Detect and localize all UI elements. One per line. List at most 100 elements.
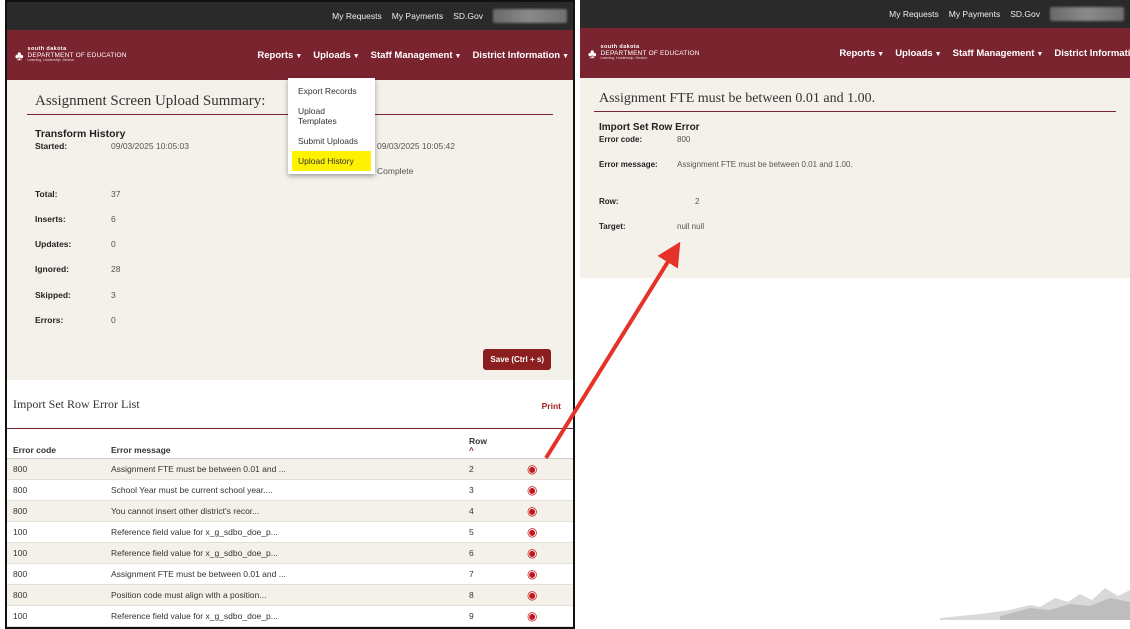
brand-line-3: Learning. Leadership. Service. [27, 58, 76, 63]
stat-label: Total: [35, 189, 58, 199]
state-shape-icon: ♣ [15, 47, 24, 63]
error-code-label: Error code: [599, 135, 643, 144]
cell-error-message: Reference field value for x_g_sdbo_doe_p… [105, 605, 463, 627]
eye-icon[interactable]: ◉ [527, 483, 537, 497]
menu-item-upload-history[interactable]: Upload History [292, 151, 371, 171]
my-requests-link[interactable]: My Requests [332, 11, 382, 21]
sd-doe-logo[interactable]: ♣ south dakota DEPARTMENT OF EDUCATION L… [588, 44, 748, 61]
eye-icon[interactable]: ◉ [527, 588, 537, 602]
eye-icon[interactable]: ◉ [527, 546, 537, 560]
table-row[interactable]: 100 Reference field value for x_g_sdbo_do… [7, 521, 573, 543]
cell-error-message: Assignment FTE must be between 0.01 and … [105, 458, 463, 480]
cell-row: 7 [463, 563, 521, 585]
cell-row: 3 [463, 479, 521, 501]
cell-error-code: 100 [7, 605, 105, 627]
column-header-actions [521, 428, 573, 459]
error-list-table: Error code Error message Row ^ 800 Assignm… [7, 428, 573, 627]
error-detail-title: Assignment FTE must be between 0.01 and … [594, 91, 1116, 112]
table-row[interactable]: 800 Position code must align with a posit… [7, 584, 573, 606]
stat-value: 0 [111, 315, 116, 325]
cell-row: 5 [463, 521, 521, 543]
save-button[interactable]: Save (Ctrl + s) [483, 349, 551, 370]
my-requests-link[interactable]: My Requests [889, 9, 939, 19]
menu-item-submit-uploads[interactable]: Submit Uploads [288, 131, 375, 151]
error-code-value: 800 [677, 135, 691, 144]
cell-row: 4 [463, 500, 521, 522]
stat-label: Errors: [35, 315, 64, 325]
nav-reports[interactable]: Reports ▼ [257, 50, 302, 61]
menu-item-upload-templates[interactable]: Upload Templates [288, 101, 375, 131]
user-avatar[interactable] [1050, 7, 1124, 21]
cell-row: 6 [463, 542, 521, 564]
utility-bar: My Requests My Payments SD.Gov [7, 2, 573, 30]
cell-error-code: 100 [7, 521, 105, 543]
cell-error-code: 100 [7, 542, 105, 564]
eye-icon[interactable]: ◉ [527, 504, 537, 518]
error-message-value: Assignment FTE must be between 0.01 and … [677, 160, 853, 169]
utility-bar: My Requests My Payments SD.Gov [580, 0, 1130, 28]
started-value: 09/03/2025 10:05:03 [111, 141, 189, 151]
chevron-down-icon: ▼ [1036, 50, 1044, 58]
table-row[interactable]: 800 School Year must be current school ye… [7, 479, 573, 501]
cell-error-message: Reference field value for x_g_sdbo_doe_p… [105, 521, 463, 543]
sd-doe-logo[interactable]: ♣ south dakota DEPARTMENT OF EDUCATION L… [15, 46, 175, 63]
stat-value: 37 [111, 189, 121, 199]
cell-error-code: 800 [7, 500, 105, 522]
cell-row: 9 [463, 605, 521, 627]
user-avatar[interactable] [493, 9, 567, 23]
row-value: 2 [695, 197, 700, 206]
uploads-dropdown-menu: Export Records Upload Templates Submit U… [288, 78, 375, 174]
state-shape-icon: ♣ [588, 45, 597, 61]
error-detail-window: My Requests My Payments SD.Gov ♣ south d… [580, 0, 1130, 629]
nav-reports[interactable]: Reports ▼ [839, 48, 884, 59]
table-row[interactable]: 100 Reference field value for x_g_sdbo_do… [7, 542, 573, 564]
error-list-title: Import Set Row Error List [13, 397, 140, 411]
sd-gov-link[interactable]: SD.Gov [453, 11, 483, 21]
error-detail-card: Assignment FTE must be between 0.01 and … [580, 78, 1130, 278]
eye-icon[interactable]: ◉ [527, 525, 537, 539]
stat-label: Updates: [35, 239, 72, 249]
target-value: null null [677, 222, 705, 231]
sd-gov-link[interactable]: SD.Gov [1010, 9, 1040, 19]
eye-icon[interactable]: ◉ [527, 462, 537, 476]
nav-staff-management[interactable]: Staff Management ▼ [371, 50, 462, 61]
my-payments-link[interactable]: My Payments [392, 11, 444, 21]
state-value: Complete [377, 166, 414, 176]
cell-row: 2 [463, 458, 521, 480]
table-row[interactable]: 800 Assignment FTE must be between 0.01 a… [7, 458, 573, 480]
chevron-down-icon: ▼ [562, 52, 569, 60]
menu-item-export-records[interactable]: Export Records [288, 81, 375, 101]
my-payments-link[interactable]: My Payments [949, 9, 1001, 19]
sort-ascending-icon[interactable]: ^ [469, 446, 515, 455]
stat-value: 28 [111, 264, 121, 274]
target-label: Target: [599, 222, 626, 231]
chevron-down-icon: ▼ [877, 50, 885, 58]
eye-icon[interactable]: ◉ [527, 609, 537, 623]
column-header-row[interactable]: Row ^ [463, 428, 521, 459]
nav-district-information[interactable]: District Information [1054, 48, 1130, 59]
eye-icon[interactable]: ◉ [527, 567, 537, 581]
table-row[interactable]: 800 You cannot insert other district's re… [7, 500, 573, 522]
chevron-down-icon: ▼ [352, 52, 360, 60]
cell-error-code: 800 [7, 479, 105, 501]
column-header-error-code[interactable]: Error code [7, 428, 105, 459]
nav-uploads[interactable]: Uploads ▼ [313, 50, 359, 61]
table-row[interactable]: 100 Reference field value for x_g_sdbo_do… [7, 605, 573, 627]
error-list-header: Import Set Row Error List Print [7, 397, 573, 412]
row-label: Row: [599, 197, 619, 206]
cell-error-message: Position code must align with a position… [105, 584, 463, 606]
cell-error-code: 800 [7, 563, 105, 585]
table-row[interactable]: 800 Assignment FTE must be between 0.01 a… [7, 563, 573, 585]
column-header-error-message[interactable]: Error message [105, 428, 463, 459]
stat-value: 0 [111, 239, 116, 249]
stat-label: Skipped: [35, 290, 71, 300]
error-message-label: Error message: [599, 160, 658, 169]
nav-district-information[interactable]: District Information ▼ [472, 50, 569, 61]
cell-error-message: School Year must be current school year.… [105, 479, 463, 501]
stat-label: Ignored: [35, 264, 69, 274]
stat-label: Inserts: [35, 214, 66, 224]
print-link[interactable]: Print [542, 401, 561, 411]
nav-staff-management[interactable]: Staff Management ▼ [953, 48, 1044, 59]
cell-error-message: Assignment FTE must be between 0.01 and … [105, 563, 463, 585]
nav-uploads[interactable]: Uploads ▼ [895, 48, 941, 59]
